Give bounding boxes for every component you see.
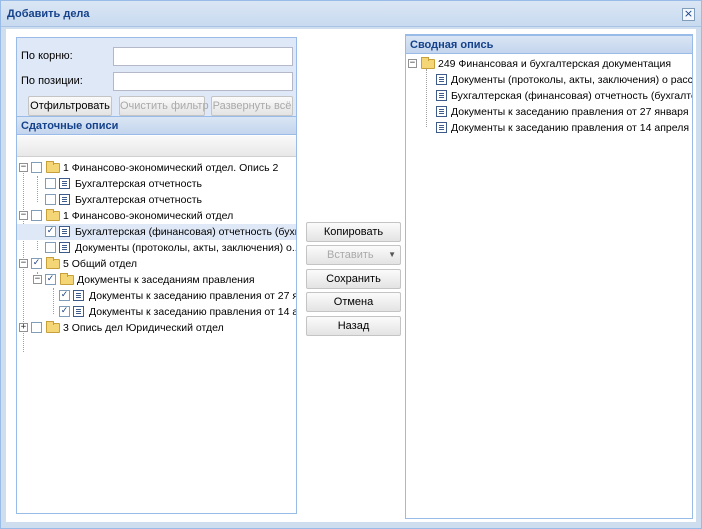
checkbox[interactable]: [45, 242, 56, 253]
document-icon: [73, 290, 84, 301]
tree-node-folder[interactable]: − 249 Финансовая и бухгалтерская докумен…: [406, 56, 692, 72]
tree-node-doc[interactable]: Бухгалтерская отчетность: [17, 192, 296, 208]
paste-button[interactable]: Вставить ▼: [306, 245, 401, 265]
save-button[interactable]: Сохранить: [306, 269, 401, 289]
dropdown-arrow-icon[interactable]: ▼: [388, 246, 396, 264]
tree-node-label: Бухгалтерская (финансовая) отчетность (б…: [75, 226, 296, 238]
expand-all-button[interactable]: Развернуть всё: [211, 96, 293, 116]
filter-button[interactable]: Отфильтровать: [28, 96, 112, 116]
folder-icon: [421, 57, 435, 69]
tree-node-label: Документы (протоколы, акты, заключения) …: [75, 242, 296, 254]
tree-node-doc[interactable]: Документы (протоколы, акты, заключения) …: [406, 72, 692, 88]
filter-area: По корню: По позиции: Отфильтровать Очис…: [17, 38, 296, 116]
collapse-icon[interactable]: −: [33, 275, 42, 284]
tree-node-label: Документы к заседанию правления от 14 ап…: [451, 122, 692, 134]
checkbox-checked[interactable]: ✓: [59, 290, 70, 301]
checkbox[interactable]: [31, 162, 42, 173]
document-icon: [59, 194, 70, 205]
column-header: [17, 136, 296, 157]
collapse-icon[interactable]: −: [19, 163, 28, 172]
tree-node-folder[interactable]: − 1 Финансово-экономический отдел: [17, 208, 296, 224]
document-icon: [436, 106, 447, 117]
tree-node-label: 3 Опись дел Юридический отдел: [63, 322, 224, 334]
checkbox-checked[interactable]: ✓: [45, 226, 56, 237]
right-panel-header: Сводная опись: [406, 35, 692, 54]
tree-node-label: Документы (протоколы, акты, заключения) …: [451, 74, 692, 86]
left-panel-header: Сдаточные описи: [17, 116, 296, 135]
position-filter-input[interactable]: [113, 72, 293, 91]
collapse-icon[interactable]: −: [19, 211, 28, 220]
checkbox-checked[interactable]: ✓: [59, 306, 70, 317]
document-icon: [59, 178, 70, 189]
tree-node-doc[interactable]: Документы (протоколы, акты, заключения) …: [17, 240, 296, 256]
folder-icon: [60, 273, 74, 285]
checkbox[interactable]: [45, 178, 56, 189]
source-tree: − 1 Финансово-экономический отдел. Опись…: [17, 160, 296, 336]
close-icon[interactable]: ×: [682, 8, 695, 21]
document-icon: [59, 242, 70, 253]
collapse-icon[interactable]: −: [19, 259, 28, 268]
expand-icon[interactable]: +: [19, 323, 28, 332]
tree-node-doc[interactable]: Бухгалтерская (финансовая) отчетность (б…: [406, 88, 692, 104]
document-icon: [436, 74, 447, 85]
tree-node-doc[interactable]: Документы к заседанию правления от 27 ян…: [406, 104, 692, 120]
paste-button-label: Вставить: [327, 249, 374, 261]
tree-node-label: Бухгалтерская (финансовая) отчетность (б…: [451, 90, 692, 102]
tree-node-label: Бухгалтерская отчетность: [75, 178, 202, 190]
clear-filter-button[interactable]: Очистить фильтр: [119, 96, 209, 116]
checkbox[interactable]: [31, 322, 42, 333]
document-icon: [436, 90, 447, 101]
tree-node-doc-selected[interactable]: ✓ Бухгалтерская (финансовая) отчетность …: [17, 224, 296, 240]
tree-node-label: Документы к заседаниям правления: [77, 274, 255, 286]
document-icon: [73, 306, 84, 317]
tree-node-label: 5 Общий отдел: [63, 258, 138, 270]
tree-node-folder[interactable]: − ✓ Документы к заседаниям правления: [17, 272, 296, 288]
back-button[interactable]: Назад: [306, 316, 401, 336]
tree-node-doc[interactable]: ✓ Документы к заседанию правления от 27 …: [17, 288, 296, 304]
dialog-title: Добавить дела: [7, 8, 90, 20]
tree-node-folder[interactable]: − ✓ 5 Общий отдел: [17, 256, 296, 272]
checkbox[interactable]: [45, 194, 56, 205]
folder-icon: [46, 161, 60, 173]
document-icon: [59, 226, 70, 237]
root-filter-input[interactable]: [113, 47, 293, 66]
checkbox[interactable]: [31, 210, 42, 221]
summary-tree: − 249 Финансовая и бухгалтерская докумен…: [406, 56, 692, 136]
tree-node-label: Документы к заседанию правления от 27 ян…: [451, 106, 692, 118]
tree-node-label: Документы к заседанию правления от 27 я.…: [89, 290, 296, 302]
tree-node-doc[interactable]: Документы к заседанию правления от 14 ап…: [406, 120, 692, 136]
cancel-button[interactable]: Отмена: [306, 292, 401, 312]
add-cases-dialog: Добавить дела × По корню: По позиции: От…: [0, 0, 702, 529]
folder-icon: [46, 209, 60, 221]
checkbox-checked[interactable]: ✓: [45, 274, 56, 285]
position-filter-label: По позиции:: [21, 75, 83, 87]
tree-node-folder[interactable]: + 3 Опись дел Юридический отдел: [17, 320, 296, 336]
dialog-titlebar[interactable]: Добавить дела ×: [1, 1, 701, 27]
collapse-icon[interactable]: −: [408, 59, 417, 68]
copy-button[interactable]: Копировать: [306, 222, 401, 242]
tree-node-doc[interactable]: ✓ Документы к заседанию правления от 14 …: [17, 304, 296, 320]
tree-node-label: Документы к заседанию правления от 14 а.…: [89, 306, 296, 318]
folder-icon: [46, 257, 60, 269]
tree-node-label: 1 Финансово-экономический отдел. Опись 2: [63, 162, 279, 174]
folder-icon: [46, 321, 60, 333]
tree-node-folder[interactable]: − 1 Финансово-экономический отдел. Опись…: [17, 160, 296, 176]
root-filter-label: По корню:: [21, 50, 73, 62]
checkbox-checked[interactable]: ✓: [31, 258, 42, 269]
tree-node-label: Бухгалтерская отчетность: [75, 194, 202, 206]
left-panel: По корню: По позиции: Отфильтровать Очис…: [16, 37, 297, 514]
tree-node-label: 249 Финансовая и бухгалтерская документа…: [438, 58, 672, 70]
tree-node-label: 1 Финансово-экономический отдел: [63, 210, 234, 222]
right-panel: Сводная опись − 249 Финансовая и бухгалт…: [405, 34, 693, 519]
tree-node-doc[interactable]: Бухгалтерская отчетность: [17, 176, 296, 192]
dialog-body: По корню: По позиции: Отфильтровать Очис…: [6, 29, 696, 522]
document-icon: [436, 122, 447, 133]
